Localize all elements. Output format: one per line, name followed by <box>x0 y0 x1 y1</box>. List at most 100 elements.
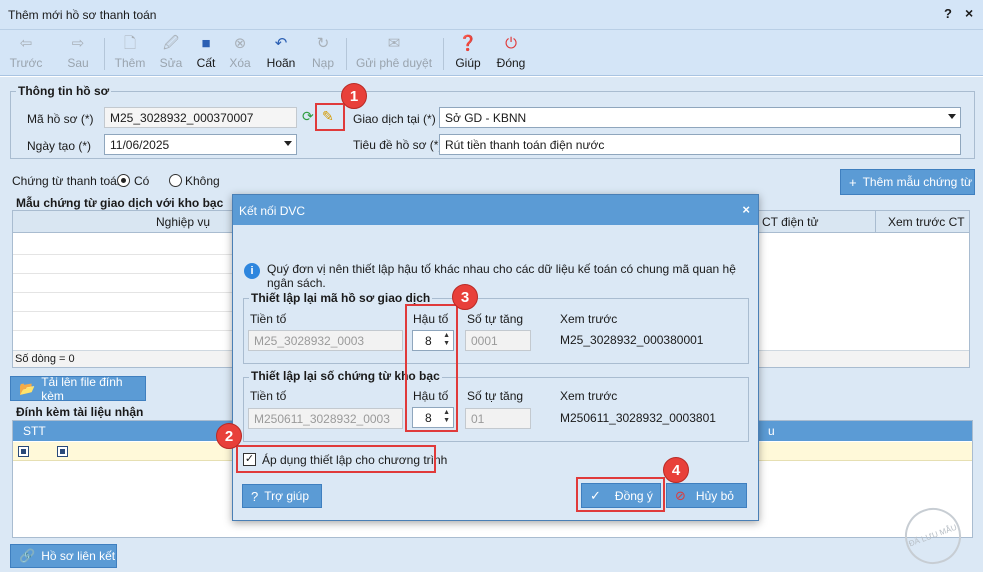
dialog-help-label: Trợ giúp <box>264 489 310 503</box>
chevron-down-icon <box>284 141 292 146</box>
prev-label: Trước <box>9 56 43 70</box>
profile-title-field[interactable]: Rút tiền thanh toán điện nước <box>439 134 961 155</box>
step-badge-3: 3 <box>452 284 478 310</box>
toolbar-separator <box>346 38 347 70</box>
add-template-button[interactable]: + Thêm mẫu chứng từ <box>840 169 975 195</box>
edit-button[interactable]: 🖉 Sửa <box>156 34 186 72</box>
column-divider <box>875 211 876 233</box>
prefix-field[interactable]: M250611_3028932_0003 <box>248 408 403 429</box>
next-button[interactable]: ⇨ Sau <box>60 34 96 72</box>
grid-row-line <box>13 292 233 293</box>
delete-label: Xóa <box>229 56 251 70</box>
col-preview-e: CT điện tử <box>762 215 819 229</box>
cancel-button[interactable]: ⊘ Hủy bỏ <box>666 483 747 508</box>
help-button[interactable]: ❓ Giúp <box>452 34 484 72</box>
save-button[interactable]: ■ Cất <box>192 34 220 72</box>
prefix-label: Tiền tố <box>250 312 287 326</box>
add-template-label: Thêm mẫu chứng từ <box>862 175 973 189</box>
highlight-box-4 <box>576 477 665 512</box>
row-count: Số dòng = 0 <box>15 353 75 365</box>
preview-label: Xem trước <box>560 312 618 326</box>
info-icon: i <box>244 263 260 279</box>
toolbar-separator <box>104 38 105 70</box>
grid-row-line <box>13 311 233 312</box>
help-label: Giúp <box>455 56 481 70</box>
step-badge-2: 2 <box>216 423 242 449</box>
window-title-bar: Thêm mới hồ sơ thanh toán ? × <box>0 0 983 30</box>
profile-code-field[interactable]: M25_3028932_000370007 <box>104 107 297 128</box>
toolbar-separator <box>443 38 444 70</box>
upload-attachment-button[interactable]: 📂 Tải lên file đính kèm <box>10 374 146 403</box>
highlight-box-1 <box>315 103 345 131</box>
preview-value: M25_3028932_000380001 <box>560 333 704 347</box>
payment-doc-yes-label: Có <box>134 174 150 188</box>
next-label: Sau <box>67 56 89 70</box>
step-badge-1: 1 <box>341 83 367 109</box>
transaction-location-label: Giao dịch tại (*) <box>353 112 436 126</box>
add-label: Thêm <box>114 56 146 70</box>
new-document-icon: 🗋 <box>123 35 137 52</box>
col-stt: STT <box>23 424 46 438</box>
cancel-icon: ⊘ <box>675 487 686 503</box>
close-label: Đóng <box>496 56 526 70</box>
undo-button[interactable]: ↶ Hoãn <box>264 34 298 72</box>
send-approval-button[interactable]: ✉ Gửi phê duyệt <box>354 34 434 72</box>
suffix-group-code-title: Thiết lập lại mã hồ sơ giao dịch <box>249 291 433 305</box>
undo-label: Hoãn <box>266 56 296 70</box>
grid-row-line <box>13 254 233 255</box>
transaction-location-value: Sở GD - KBNN <box>445 111 527 125</box>
transaction-location-select[interactable]: Sở GD - KBNN <box>439 107 961 128</box>
dialog-help-button[interactable]: ? Trợ giúp <box>242 484 322 508</box>
payment-doc-no-radio[interactable] <box>169 174 182 187</box>
question-circle-icon: ❓ <box>458 35 478 52</box>
linked-profile-button[interactable]: 🔗 Hồ sơ liên kết <box>10 544 117 568</box>
send-approval-label: Gửi phê duyệt <box>355 56 433 70</box>
close-icon[interactable]: × <box>965 5 973 21</box>
prev-button[interactable]: ⇦ Trước <box>6 34 46 72</box>
created-date-field[interactable]: 11/06/2025 <box>104 134 297 155</box>
col-preview-ct: Xem trước CT <box>888 215 965 229</box>
created-date-label: Ngày tạo (*) <box>27 139 92 153</box>
dialog-close-icon[interactable]: × <box>742 202 750 217</box>
prefix-label: Tiền tố <box>250 389 287 403</box>
prefix-field[interactable]: M25_3028932_0003 <box>248 330 403 351</box>
help-icon[interactable]: ? <box>944 6 952 21</box>
arrow-left-icon: ⇦ <box>19 35 33 52</box>
preview-value: M250611_3028932_0003801 <box>560 411 716 425</box>
profile-title-label: Tiêu đề hồ sơ (*) <box>353 138 443 152</box>
row-checkbox[interactable] <box>18 446 29 457</box>
grid-row-line <box>13 330 233 331</box>
col-business: Nghiệp vụ <box>156 215 211 229</box>
counter-field[interactable]: 0001 <box>465 330 531 351</box>
upload-attachment-label: Tải lên file đính kèm <box>41 374 123 403</box>
template-grid-title: Mẫu chứng từ giao dịch với kho bạc <box>14 196 226 210</box>
payment-doc-yes-radio[interactable] <box>117 174 130 187</box>
counter-field[interactable]: 01 <box>465 408 531 429</box>
floppy-disk-icon: ■ <box>201 35 211 52</box>
refresh-code-icon[interactable]: ⟳ <box>302 108 314 125</box>
step-badge-4: 4 <box>663 457 689 483</box>
row-checkbox[interactable] <box>57 446 68 457</box>
counter-label: Số tự tăng <box>467 312 524 326</box>
refresh-icon: ↻ <box>316 35 330 52</box>
linked-profile-label: Hồ sơ liên kết <box>41 549 116 563</box>
created-date-value: 11/06/2025 <box>110 138 170 152</box>
col-tail: u <box>768 424 775 438</box>
close-button[interactable]: ⏻ Đóng <box>494 34 528 72</box>
load-button[interactable]: ↻ Nạp <box>308 34 338 72</box>
dialog-title: Kết nối DVC <box>239 204 306 218</box>
plus-icon: + <box>849 174 857 190</box>
edit-document-icon: 🖉 <box>163 35 179 52</box>
question-circle-icon: ? <box>251 488 259 504</box>
chevron-down-icon <box>948 114 956 119</box>
edit-label: Sửa <box>159 56 183 70</box>
attachments-title: Đính kèm tài liệu nhận <box>14 405 146 419</box>
dialog-title-bar: Kết nối DVC × <box>233 195 758 225</box>
highlight-box-3 <box>405 304 458 432</box>
undo-icon: ↶ <box>274 35 288 52</box>
folder-icon: 📂 <box>19 380 36 396</box>
profile-info-title: Thông tin hồ sơ <box>16 84 112 98</box>
payment-doc-no-label: Không <box>185 174 220 188</box>
add-button[interactable]: 🗋 Thêm <box>112 34 148 72</box>
delete-button[interactable]: ⊗ Xóa <box>226 34 254 72</box>
